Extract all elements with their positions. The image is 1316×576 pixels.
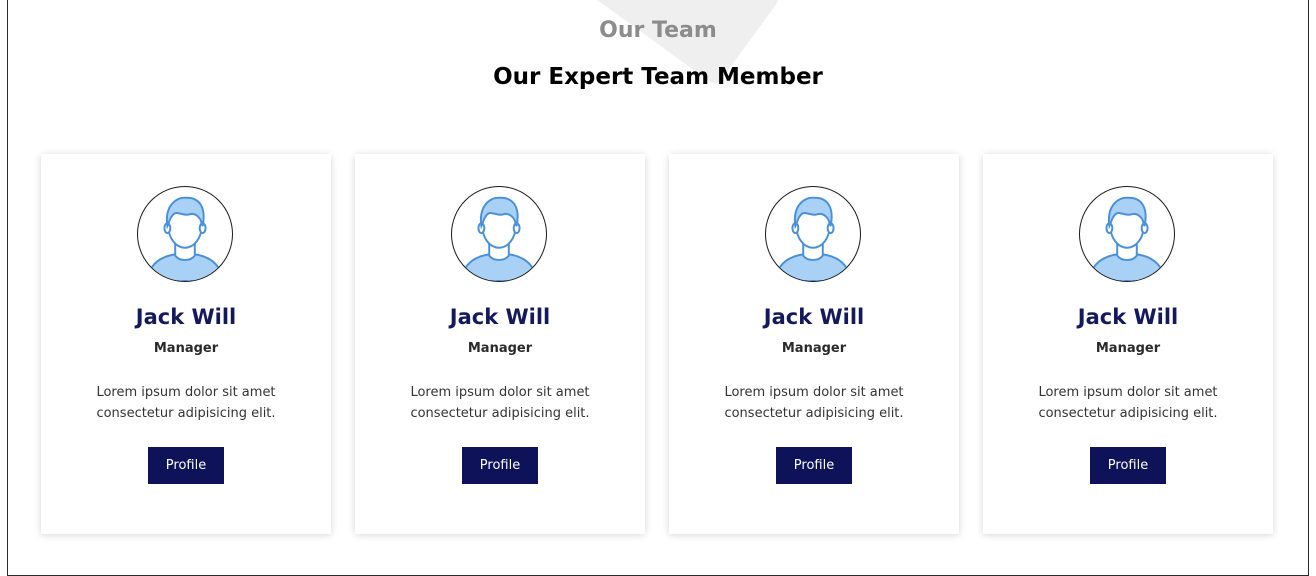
profile-button[interactable]: Profile: [1090, 447, 1166, 484]
profile-button[interactable]: Profile: [462, 447, 538, 484]
avatar-illustration: [460, 196, 538, 281]
member-bio: Lorem ipsum dolor sit amet consectetur a…: [410, 385, 590, 421]
member-name: Jack Will: [763, 305, 865, 329]
member-role: Manager: [153, 341, 219, 356]
user-avatar-icon: [1079, 186, 1175, 282]
member-role: Manager: [1095, 341, 1161, 356]
team-card: Jack Will Manager Lorem ipsum dolor sit …: [983, 154, 1273, 534]
avatar-illustration: [1088, 196, 1166, 281]
user-avatar-icon: [137, 186, 233, 282]
section-eyebrow: Our Team: [599, 18, 717, 43]
member-bio: Lorem ipsum dolor sit amet consectetur a…: [96, 385, 276, 421]
team-card: Jack Will Manager Lorem ipsum dolor sit …: [669, 154, 959, 534]
member-role: Manager: [781, 341, 847, 356]
member-name: Jack Will: [449, 305, 551, 329]
team-card: Jack Will Manager Lorem ipsum dolor sit …: [41, 154, 331, 534]
member-name: Jack Will: [1077, 305, 1179, 329]
user-avatar-icon: [765, 186, 861, 282]
team-section: Our Team Our Expert Team Member Jack Wil…: [7, 0, 1309, 576]
section-title: Our Expert Team Member: [493, 64, 823, 90]
member-bio: Lorem ipsum dolor sit amet consectetur a…: [1038, 385, 1218, 421]
member-role: Manager: [467, 341, 533, 356]
team-card: Jack Will Manager Lorem ipsum dolor sit …: [355, 154, 645, 534]
user-avatar-icon: [451, 186, 547, 282]
avatar-illustration: [774, 196, 852, 281]
team-cards: Jack Will Manager Lorem ipsum dolor sit …: [41, 154, 1273, 534]
profile-button[interactable]: Profile: [148, 447, 224, 484]
profile-button[interactable]: Profile: [776, 447, 852, 484]
avatar-illustration: [146, 196, 224, 281]
member-name: Jack Will: [135, 305, 237, 329]
member-bio: Lorem ipsum dolor sit amet consectetur a…: [724, 385, 904, 421]
